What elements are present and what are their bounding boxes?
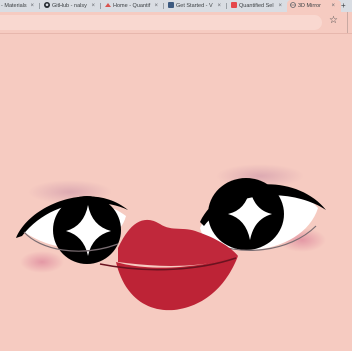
browser-toolbar: ☆ <box>0 12 352 34</box>
bookmark-star-icon[interactable]: ☆ <box>329 15 339 27</box>
page-canvas <box>0 33 352 351</box>
tab-github[interactable]: GitHub - nalsy × <box>41 0 99 12</box>
quantified-icon <box>105 2 111 8</box>
tab-label: Home - Quantif <box>113 3 151 9</box>
github-icon <box>44 2 50 8</box>
tab-label: 3D Mirror <box>298 3 321 9</box>
tab-home-quantified[interactable]: Home - Quantif × <box>102 0 162 12</box>
docs-icon <box>168 2 174 8</box>
tab-quantified-self[interactable]: Quantified Sel × <box>228 0 286 12</box>
tab-label: Quantified Sel <box>239 3 274 9</box>
close-tab-icon[interactable]: × <box>278 0 282 12</box>
tab-strip: - Materials × GitHub - nalsy × Home - Qu… <box>0 0 352 12</box>
close-tab-icon[interactable]: × <box>91 0 95 12</box>
tab-label: Get Started - V <box>176 3 213 9</box>
tab-get-started[interactable]: Get Started - V × <box>165 0 225 12</box>
close-tab-icon[interactable]: × <box>331 0 335 12</box>
toolbar-divider <box>347 12 348 33</box>
address-bar[interactable] <box>0 15 322 30</box>
quantified-self-icon <box>231 2 237 8</box>
close-tab-icon[interactable]: × <box>30 0 34 12</box>
tab-label: - Materials <box>1 3 27 9</box>
face-illustration <box>16 164 326 311</box>
close-tab-icon[interactable]: × <box>154 0 158 12</box>
plus-icon: + <box>341 1 346 10</box>
tab-label: GitHub - nalsy <box>52 3 87 9</box>
new-tab-button[interactable]: + <box>339 0 352 12</box>
close-tab-icon[interactable]: × <box>217 0 221 12</box>
tab-materials[interactable]: - Materials × <box>0 0 38 12</box>
tab-3d-mirror[interactable]: 3D Mirror × <box>287 0 341 12</box>
globe-icon <box>290 2 296 8</box>
left-blush <box>20 251 64 273</box>
